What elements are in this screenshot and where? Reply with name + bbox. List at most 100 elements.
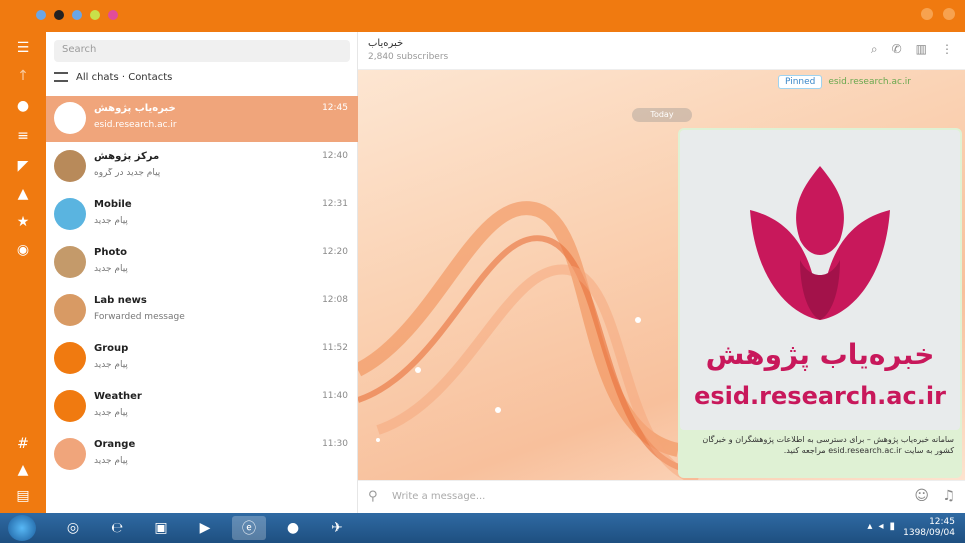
avatar bbox=[54, 246, 86, 278]
folder-icon[interactable]: ▣ bbox=[144, 516, 178, 540]
chat-name: Lab news bbox=[94, 295, 147, 306]
phone-icon[interactable]: ✆ bbox=[892, 42, 902, 56]
chat-preview: پیام جدید bbox=[94, 264, 128, 274]
chat-list-item[interactable]: Orange 11:30 پیام جدید bbox=[46, 432, 358, 478]
search-icon[interactable]: ⌕ bbox=[871, 42, 878, 56]
title-dot bbox=[54, 10, 64, 20]
avatar bbox=[54, 390, 86, 422]
chat-subtitle: 2,840 subscribers bbox=[368, 52, 449, 62]
chat-list-item[interactable]: Photo 12:20 پیام جدید bbox=[46, 240, 358, 286]
battery-icon[interactable]: ▮ bbox=[889, 521, 895, 532]
chat-time: 12:45 bbox=[322, 103, 348, 113]
menu-lines-icon[interactable] bbox=[54, 72, 68, 82]
chat-header-icons: ⌕ ✆ ▥ ⋮ bbox=[871, 42, 953, 56]
brand-persian: خبره‌یاب پژوهش bbox=[705, 338, 935, 371]
microphone-icon[interactable]: ♫ bbox=[942, 488, 955, 504]
firefox-icon[interactable]: ● bbox=[276, 516, 310, 540]
volume-icon[interactable]: ◂ bbox=[878, 521, 883, 532]
star-icon[interactable]: ★ bbox=[15, 214, 31, 230]
chat-preview: پیام جدید bbox=[94, 360, 128, 370]
chat-preview: پیام جدید bbox=[94, 408, 128, 418]
edge-icon[interactable]: ⓔ bbox=[232, 516, 266, 540]
chat-panel: خبره‌یاب 2,840 subscribers ⌕ ✆ ▥ ⋮ Pinne… bbox=[358, 32, 965, 513]
title-dot bbox=[90, 10, 100, 20]
chrome-icon[interactable]: ◎ bbox=[56, 516, 90, 540]
chat-time: 11:52 bbox=[322, 343, 348, 353]
arrow-icon[interactable]: ↑ bbox=[15, 68, 31, 84]
chat-name: Photo bbox=[94, 247, 127, 258]
tulip-logo bbox=[750, 166, 890, 320]
users-icon[interactable]: ≡ bbox=[15, 128, 31, 144]
folder-icon[interactable]: ▤ bbox=[15, 488, 31, 504]
clock-date: 1398/09/04 bbox=[903, 528, 955, 538]
taskbar: ◎ ℮ ▣ ▶ ⓔ ● ✈ ▴ ◂ ▮ 12:45 1398/09/04 bbox=[0, 513, 965, 543]
sidebar-icon[interactable]: ▥ bbox=[916, 42, 927, 56]
close-button[interactable] bbox=[943, 8, 955, 20]
chat-list-item[interactable]: Mobile 12:31 پیام جدید bbox=[46, 192, 358, 238]
start-button[interactable] bbox=[8, 515, 36, 541]
avatar bbox=[54, 102, 86, 134]
chat-time: 12:40 bbox=[322, 151, 348, 161]
title-dot bbox=[36, 10, 46, 20]
media-icon[interactable]: ▶ bbox=[188, 516, 222, 540]
message-input[interactable]: Write a message... bbox=[392, 491, 485, 502]
clock[interactable]: 12:45 1398/09/04 bbox=[903, 517, 955, 539]
chat-name: خبره‌یاب پژوهش bbox=[94, 103, 176, 114]
bot-icon[interactable]: ▲ bbox=[15, 186, 31, 202]
title-dot bbox=[72, 10, 82, 20]
avatar bbox=[54, 150, 86, 182]
title-dot bbox=[108, 10, 118, 20]
minimize-button[interactable] bbox=[921, 8, 933, 20]
archive-icon[interactable]: ▲ bbox=[15, 462, 31, 478]
message-input-bar: ⚲ Write a message... ☺ ♫ bbox=[358, 480, 965, 513]
chat-list-item[interactable]: خبره‌یاب پژوهش 12:45 esid.research.ac.ir bbox=[46, 96, 358, 142]
date-chip: Today bbox=[632, 108, 692, 122]
list-header: All chats · Contacts bbox=[54, 66, 350, 88]
message-bubble[interactable]: خبره‌یاب پژوهش esid.research.ac.ir سامان… bbox=[678, 128, 962, 478]
folder-rail: ☰ ↑ ● ≡ ◤ ▲ ★ ◉ # ▲ ▤ bbox=[0, 32, 46, 513]
chat-wallpaper: Pinned esid.research.ac.ir Today خبره‌یا… bbox=[358, 70, 965, 480]
chat-preview: پیام جدید bbox=[94, 456, 128, 466]
more-icon[interactable]: ⋮ bbox=[941, 42, 953, 56]
chat-list-item[interactable]: مرکز پژوهش 12:40 پیام جدید در گروه bbox=[46, 144, 358, 190]
chat-list-item[interactable]: Group 11:52 پیام جدید bbox=[46, 336, 358, 382]
chat-name: Mobile bbox=[94, 199, 132, 210]
megaphone-icon[interactable]: ◤ bbox=[15, 158, 31, 174]
brand-site: esid.research.ac.ir bbox=[694, 382, 946, 410]
pinned-text: esid.research.ac.ir bbox=[828, 77, 912, 87]
clock-time: 12:45 bbox=[929, 517, 955, 527]
chat-name: Group bbox=[94, 343, 129, 354]
pinned-message[interactable]: Pinned esid.research.ac.ir bbox=[778, 72, 958, 92]
chat-time: 11:30 bbox=[322, 439, 348, 449]
chat-preview: پیام جدید در گروه bbox=[94, 168, 161, 178]
list-header-label: All chats · Contacts bbox=[76, 71, 173, 83]
chat-time: 12:31 bbox=[322, 199, 348, 209]
avatar bbox=[54, 342, 86, 374]
avatar bbox=[54, 438, 86, 470]
chat-list: Search All chats · Contacts خبره‌یاب پژو… bbox=[46, 32, 358, 513]
menu-icon[interactable]: ☰ bbox=[15, 40, 31, 56]
pinned-tag: Pinned bbox=[778, 75, 823, 89]
chat-time: 11:40 bbox=[322, 391, 348, 401]
paperclip-icon[interactable]: ⚲ bbox=[368, 489, 378, 504]
chat-name: Weather bbox=[94, 391, 142, 402]
title-dots bbox=[36, 10, 118, 20]
chat-title[interactable]: خبره‌یاب bbox=[368, 38, 403, 49]
search-input[interactable]: Search bbox=[54, 40, 350, 62]
telegram-icon[interactable]: ◉ bbox=[15, 242, 31, 258]
chat-list-item[interactable]: Weather 11:40 پیام جدید bbox=[46, 384, 358, 430]
chat-list-item[interactable]: Lab news 12:08 Forwarded message bbox=[46, 288, 358, 334]
app-window: ☰ ↑ ● ≡ ◤ ▲ ★ ◉ # ▲ ▤ Search All chats ·… bbox=[0, 0, 965, 543]
network-icon[interactable]: ▴ bbox=[867, 521, 872, 532]
emoji-icon[interactable]: ☺ bbox=[914, 488, 929, 504]
chat-preview: پیام جدید bbox=[94, 216, 128, 226]
user-icon[interactable]: ● bbox=[15, 98, 31, 114]
chat-time: 12:20 bbox=[322, 247, 348, 257]
message-image[interactable]: خبره‌یاب پژوهش esid.research.ac.ir bbox=[680, 130, 960, 430]
ie-icon[interactable]: ℮ bbox=[100, 516, 134, 540]
telegram-icon[interactable]: ✈ bbox=[320, 516, 354, 540]
title-bar bbox=[0, 0, 965, 32]
chat-name: Orange bbox=[94, 439, 136, 450]
avatar bbox=[54, 198, 86, 230]
hash-icon[interactable]: # bbox=[15, 436, 31, 452]
